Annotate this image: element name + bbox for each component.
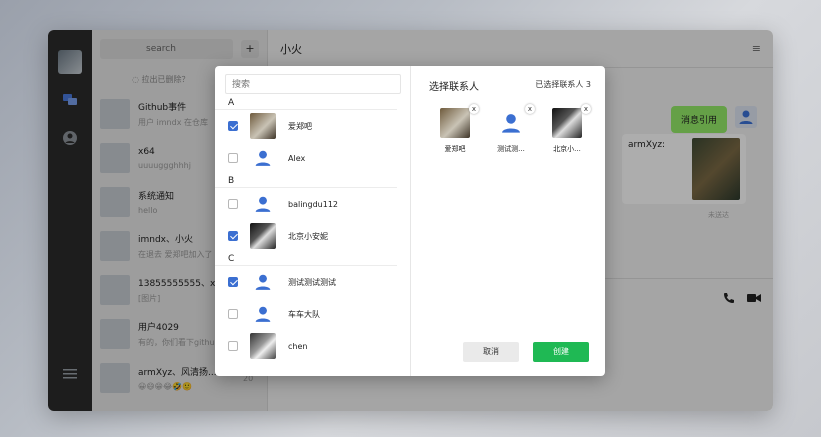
contact-checkbox[interactable]	[228, 231, 238, 241]
contact-search-input[interactable]	[225, 74, 401, 94]
user-icon	[250, 145, 276, 171]
group-letter: A	[215, 96, 397, 110]
group-letter: C	[215, 252, 397, 266]
selected-contact-chip: x 测试测...	[493, 104, 535, 154]
contact-name: 车车大队	[288, 309, 320, 319]
contact-checkbox[interactable]	[228, 277, 238, 287]
user-icon	[496, 108, 526, 138]
contact-row[interactable]: chen	[215, 330, 411, 362]
selected-contact-chip: x 爱郑吧	[437, 104, 479, 154]
selected-count: 已选择联系人 3	[535, 80, 591, 89]
contact-name: Alex	[288, 153, 306, 163]
contact-checkbox[interactable]	[228, 153, 238, 163]
contact-avatar	[250, 333, 276, 359]
create-group-dialog: A 爱郑吧 Alex B balingdu112 北京小安妮 C 测试测试测试 车车…	[215, 66, 605, 376]
cancel-button[interactable]: 取消	[463, 342, 519, 362]
contact-checkbox[interactable]	[228, 341, 238, 351]
contact-row[interactable]: balingdu112	[215, 188, 411, 220]
remove-icon[interactable]: x	[525, 104, 535, 114]
user-icon	[250, 301, 276, 327]
dialog-title: 选择联系人	[429, 82, 479, 93]
contact-list: A 爱郑吧 Alex B balingdu112 北京小安妮 C 测试测试测试 车车…	[215, 96, 411, 376]
contact-checkbox[interactable]	[228, 121, 238, 131]
selected-contact-chip: x 北京小...	[549, 104, 591, 154]
contact-name: 北京小安妮	[288, 231, 328, 241]
contact-checkbox[interactable]	[228, 309, 238, 319]
contact-row[interactable]: 测试测试测试	[215, 266, 411, 298]
contact-row[interactable]: 车车大队	[215, 298, 411, 330]
contact-avatar	[250, 223, 276, 249]
contact-name: 测试测试测试	[288, 277, 336, 287]
contact-row[interactable]: 爱郑吧	[215, 110, 411, 142]
user-icon	[250, 269, 276, 295]
remove-icon[interactable]: x	[469, 104, 479, 114]
user-icon	[250, 191, 276, 217]
contact-avatar	[552, 108, 582, 138]
contact-avatar	[250, 113, 276, 139]
contact-name: chen	[288, 341, 308, 351]
contact-row[interactable]: 北京小安妮	[215, 220, 411, 252]
selected-contact-name: 测试测...	[497, 145, 525, 153]
create-button[interactable]: 创建	[533, 342, 589, 362]
contact-picker: A 爱郑吧 Alex B balingdu112 北京小安妮 C 测试测试测试 车车…	[215, 66, 411, 376]
selected-contact-name: 爱郑吧	[444, 145, 466, 153]
selected-pane: 选择联系人 已选择联系人 3 x 爱郑吧 x 测试测... x 北京小... 取…	[411, 66, 605, 376]
selected-contact-name: 北京小...	[553, 145, 581, 153]
contact-avatar	[440, 108, 470, 138]
contact-checkbox[interactable]	[228, 199, 238, 209]
remove-icon[interactable]: x	[581, 104, 591, 114]
contact-name: 爱郑吧	[288, 121, 312, 131]
contact-row[interactable]: Alex	[215, 142, 411, 174]
selected-contacts: x 爱郑吧 x 测试测... x 北京小...	[437, 104, 591, 154]
group-letter: B	[215, 174, 397, 188]
contact-name: balingdu112	[288, 199, 338, 209]
